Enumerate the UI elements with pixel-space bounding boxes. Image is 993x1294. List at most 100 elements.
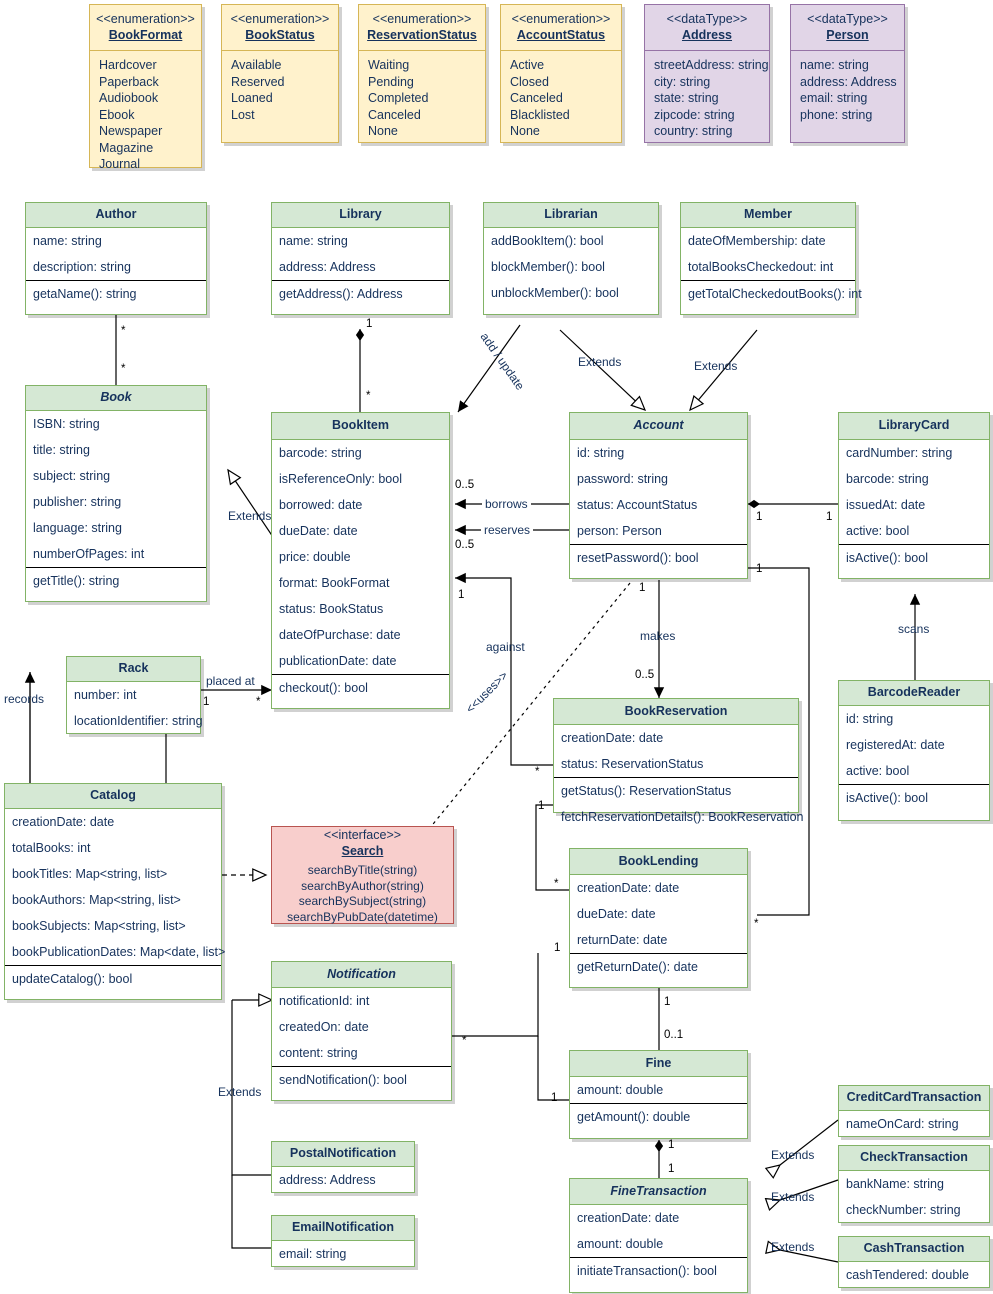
class-postalnotification[interactable]: PostalNotification address: Address [271, 1141, 415, 1193]
edge-label-makes: makes [640, 629, 676, 643]
datatype-item: phone: string [800, 107, 873, 122]
class-booklending[interactable]: BookLending creationDate: date dueDate: … [569, 848, 748, 988]
edge-label-reserves: reserves [481, 523, 534, 537]
attribute-row: name: string [33, 234, 102, 248]
uml-class-diagram: Extends Extends Extends Extends Extends … [0, 0, 993, 1294]
class-book[interactable]: Book ISBN: string title: string subject:… [25, 385, 207, 602]
class-checktransaction[interactable]: CheckTransaction bankName: string checkN… [838, 1145, 990, 1223]
methods: resetPassword(): bool [570, 544, 747, 571]
method-row: getAddress(): Address [279, 287, 403, 301]
class-member[interactable]: Member dateOfMembership: date totalBooks… [680, 202, 862, 315]
box-title: Librarian [544, 207, 598, 222]
class-catalog[interactable]: Catalog creationDate: date totalBooks: i… [4, 783, 226, 1000]
methods: checkout(): bool [272, 674, 449, 701]
box-title: Search [341, 844, 384, 858]
attribute-row: checkNumber: string [846, 1203, 961, 1217]
methods: isActive(): bool [839, 784, 989, 811]
box-title: Book [100, 390, 132, 405]
methods: initiateTransaction(): bool [570, 1257, 747, 1284]
attributes: amount: double [570, 1077, 747, 1103]
box-title: CheckTransaction [860, 1150, 968, 1165]
enum-bookstatus[interactable]: <<enumeration>> BookStatus Available Res… [221, 4, 339, 143]
methods: getReturnDate(): date [570, 953, 747, 980]
methods: getStatus(): ReservationStatus fetchRese… [554, 777, 803, 830]
attributes: name: string address: Address [272, 228, 449, 280]
multiplicity: 0..1 [664, 1029, 684, 1041]
attribute-row: barcode: string [279, 446, 362, 460]
class-rack[interactable]: Rack number: int locationIdentifier: str… [66, 656, 203, 734]
attribute-row: cashTendered: double [846, 1268, 970, 1282]
attributes: dateOfMembership: date totalBooksChecked… [681, 228, 855, 280]
datatype-item: email: string [800, 91, 868, 105]
attribute-row: totalBooks: int [12, 841, 91, 855]
attribute-row: status: ReservationStatus [561, 757, 704, 771]
attribute-row: addBookItem(): bool [491, 234, 604, 248]
attribute-row: title: string [33, 443, 90, 457]
box-title: CreditCardTransaction [846, 1090, 982, 1105]
class-fine[interactable]: Fine amount: double getAmount(): double [569, 1050, 748, 1139]
edge-label-records: records [4, 692, 45, 706]
attribute-row: email: string [279, 1247, 347, 1261]
enum-item: Canceled [368, 107, 421, 122]
stereotype-label: <<interface>> [323, 828, 402, 843]
enum-item: Blacklisted [510, 107, 570, 122]
attribute-row: password: string [577, 472, 669, 486]
interface-search[interactable]: <<interface>> Search searchByTitle(strin… [271, 826, 454, 924]
class-emailnotification[interactable]: EmailNotification email: string [271, 1215, 415, 1267]
enum-reservationstatus[interactable]: <<enumeration>> ReservationStatus Waitin… [358, 4, 486, 143]
class-finetransaction[interactable]: FineTransaction creationDate: date amoun… [569, 1178, 748, 1293]
attributes: id: string registeredAt: date active: bo… [839, 706, 989, 784]
class-notification[interactable]: Notification notificationId: int created… [271, 961, 452, 1101]
box-title: Notification [327, 966, 396, 981]
method-row: searchBySubject(string) [298, 894, 427, 908]
class-bookitem[interactable]: BookItem barcode: string isReferenceOnly… [271, 412, 450, 709]
enum-item: Journal [99, 157, 140, 171]
class-bookreservation[interactable]: BookReservation creationDate: date statu… [553, 698, 803, 824]
method-row: getStatus(): ReservationStatus [561, 784, 732, 798]
attribute-row: notificationId: int [279, 994, 370, 1008]
class-account[interactable]: Account id: string password: string stat… [569, 412, 748, 579]
class-librarian[interactable]: Librarian addBookItem(): bool blockMembe… [483, 202, 659, 315]
datatype-address[interactable]: <<dataType>> Address streetAddress: stri… [644, 4, 770, 143]
attribute-row: bankName: string [846, 1177, 944, 1191]
methods: getAmount(): double [570, 1103, 747, 1130]
enum-item: Audiobook [99, 91, 159, 105]
multiplicity: 1 [458, 589, 465, 601]
datatype-person[interactable]: <<dataType>> Person name: string address… [790, 4, 905, 143]
class-cashtransaction[interactable]: CashTransaction cashTendered: double [838, 1236, 990, 1288]
enum-item: Completed [368, 91, 429, 105]
attribute-row: bookPublicationDates: Map<date, list> [12, 945, 226, 959]
attributes: nameOnCard: string [839, 1111, 989, 1137]
attributes: creationDate: date dueDate: date returnD… [570, 875, 747, 953]
class-librarycard[interactable]: LibraryCard cardNumber: string barcode: … [838, 412, 990, 579]
box-title: LibraryCard [878, 418, 950, 433]
enum-item: Active [510, 58, 545, 72]
enum-bookformat[interactable]: <<enumeration>> BookFormat Hardcover Pap… [89, 4, 202, 171]
multiplicity: 0..5 [455, 479, 475, 491]
class-author[interactable]: Author name: string description: string … [25, 202, 207, 315]
attribute-row: borrowed: date [279, 498, 363, 512]
box-title: AccountStatus [516, 27, 606, 42]
attribute-row: publicationDate: date [279, 654, 397, 668]
enum-item: Ebook [99, 107, 135, 122]
class-barcodereader[interactable]: BarcodeReader id: string registeredAt: d… [838, 680, 990, 821]
method-row: searchByAuthor(string) [301, 878, 424, 893]
enum-item: Hardcover [99, 58, 157, 72]
box-title: BookItem [332, 418, 389, 433]
method-row: sendNotification(): bool [279, 1073, 407, 1087]
box-title: Member [744, 207, 792, 222]
enum-accountstatus[interactable]: <<enumeration>> AccountStatus Active Clo… [500, 4, 622, 143]
edge-label-extends-check: Extends [771, 1190, 815, 1204]
attribute-row: status: BookStatus [279, 602, 384, 616]
enum-item: None [510, 124, 540, 138]
datatype-item: name: string [800, 58, 869, 72]
method-row: isActive(): bool [846, 551, 928, 565]
edge-label-add-update: add / update [477, 330, 528, 393]
edge-label-scans: scans [898, 622, 930, 636]
class-creditcardtransaction[interactable]: CreditCardTransaction nameOnCard: string [838, 1085, 990, 1137]
box-title: Author [95, 207, 137, 222]
attributes: creationDate: date amount: double [570, 1205, 747, 1257]
attribute-row: nameOnCard: string [846, 1117, 959, 1131]
class-library[interactable]: Library name: string address: Address ge… [271, 202, 450, 315]
methods: getAddress(): Address [272, 280, 449, 307]
